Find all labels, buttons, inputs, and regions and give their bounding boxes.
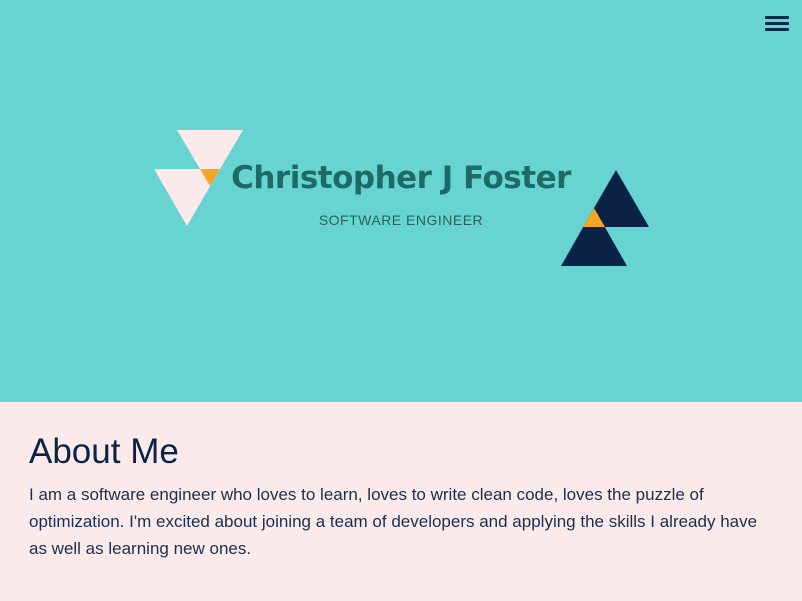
about-section: About Me I am a software engineer who lo… xyxy=(0,402,802,601)
about-paragraph: I am a software engineer who loves to le… xyxy=(29,485,758,558)
menu-bar xyxy=(765,28,789,31)
menu-bar xyxy=(765,16,789,19)
job-title: SOFTWARE ENGINEER xyxy=(318,212,484,228)
page-title: Christopher J Foster xyxy=(231,160,571,196)
decorative-triangles-right xyxy=(561,170,649,266)
hamburger-menu-icon[interactable] xyxy=(763,13,791,35)
hero-section: Christopher J Foster SOFTWARE ENGINEER xyxy=(0,0,802,402)
menu-bar xyxy=(765,22,789,25)
about-heading: About Me xyxy=(29,432,179,471)
